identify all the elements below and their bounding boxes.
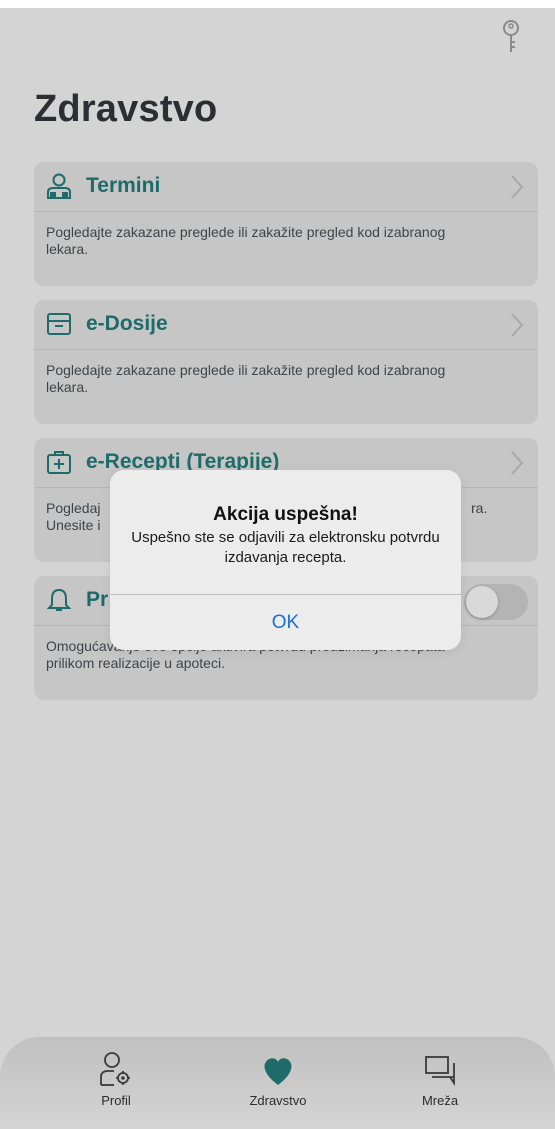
modal-overlay: Akcija uspešna! Uspešno ste se odjavili …	[0, 0, 555, 1129]
alert-title: Akcija uspešna!	[213, 504, 358, 525]
alert-message: Uspešno ste se odjavili za elektronsku p…	[131, 529, 440, 566]
ok-button[interactable]: OK	[110, 595, 461, 650]
alert-dialog: Akcija uspešna! Uspešno ste se odjavili …	[110, 470, 461, 650]
app-screen: Zdravstvo Termini Pogledajte zakazane pr…	[0, 0, 555, 1129]
